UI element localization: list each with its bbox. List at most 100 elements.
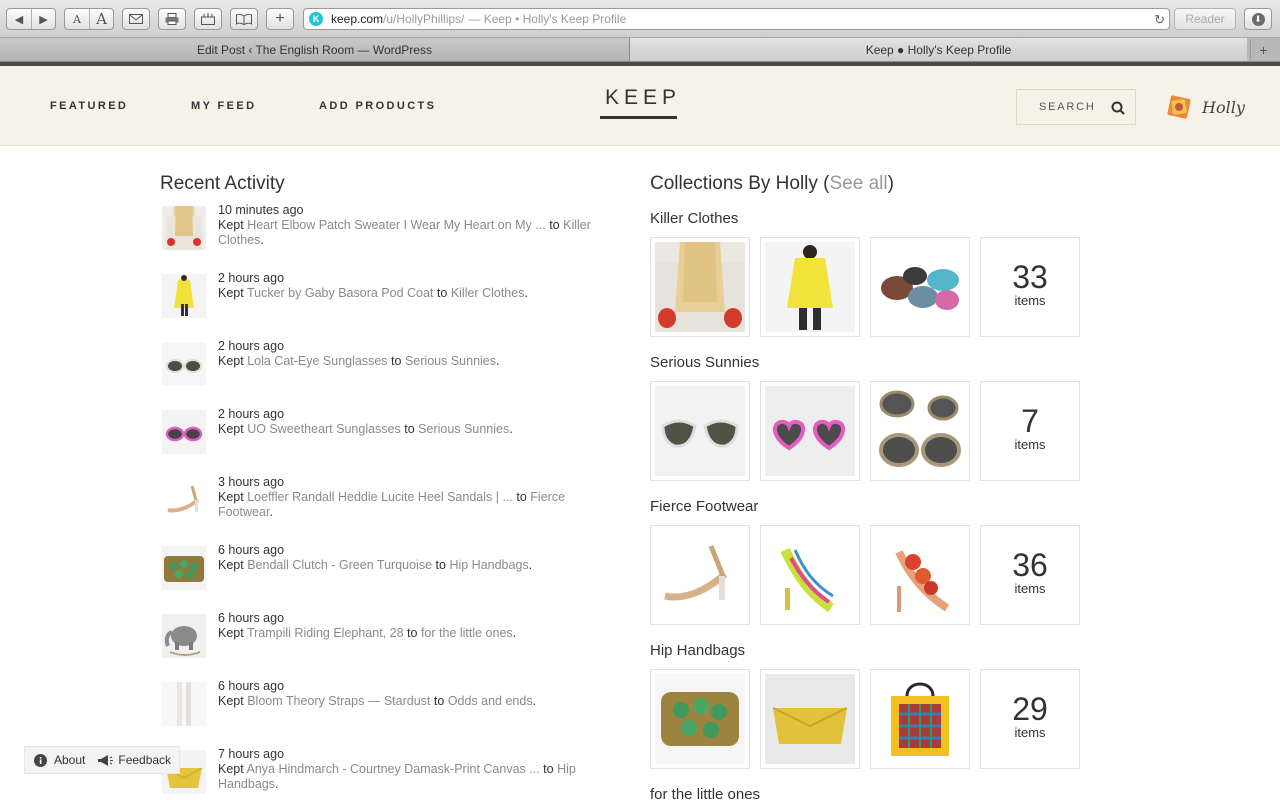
- activity-thumbnail[interactable]: [162, 682, 206, 726]
- collection-count-tile[interactable]: 29 items: [980, 669, 1080, 769]
- product-image: [875, 242, 965, 332]
- activity-thumbnail[interactable]: [162, 614, 206, 658]
- top-sites-icon[interactable]: [194, 8, 222, 30]
- activity-thumbnail[interactable]: [162, 342, 206, 386]
- bookmarks-icon[interactable]: [230, 8, 258, 30]
- collection-item-tile[interactable]: [650, 381, 750, 481]
- username[interactable]: Holly: [1202, 98, 1245, 117]
- activity-product-link[interactable]: Lola Cat-Eye Sunglasses: [247, 354, 387, 368]
- product-image: [875, 530, 965, 620]
- collection-item-tile[interactable]: [650, 669, 750, 769]
- activity-product-link[interactable]: Loeffler Randall Heddie Lucite Heel Sand…: [247, 490, 513, 504]
- downloads-button[interactable]: ⬇: [1244, 8, 1272, 30]
- collection-item-tile[interactable]: [760, 525, 860, 625]
- nav-featured[interactable]: FEATURED: [50, 100, 128, 112]
- url-page-title: — Keep • Holly's Keep Profile: [468, 12, 627, 26]
- collection-count: 33: [1012, 259, 1048, 295]
- collection-item-tile[interactable]: [760, 237, 860, 337]
- activity-product-link[interactable]: Bloom Theory Straps — Stardust: [247, 694, 430, 708]
- mail-icon[interactable]: [122, 8, 150, 30]
- collection-name[interactable]: Killer Clothes: [650, 210, 738, 227]
- activity-product-link[interactable]: UO Sweetheart Sunglasses: [247, 422, 401, 436]
- activity-product-link[interactable]: Bendall Clutch - Green Turquoise: [247, 558, 432, 572]
- collection-name[interactable]: Hip Handbags: [650, 642, 745, 659]
- feedback-label: Feedback: [118, 753, 172, 767]
- collection-item-tile[interactable]: [870, 381, 970, 481]
- collections-title: Collections By Holly (See all): [650, 173, 894, 195]
- activity-collection-link[interactable]: for the little ones: [421, 626, 513, 640]
- collection-item-tile[interactable]: [650, 237, 750, 337]
- see-all-link[interactable]: See all: [830, 173, 888, 194]
- activity-text: 3 hours ago Kept Loeffler Randall Heddie…: [218, 475, 598, 520]
- collection-name[interactable]: Serious Sunnies: [650, 354, 759, 371]
- activity-connector: to: [433, 694, 445, 708]
- activity-product-link[interactable]: Tucker by Gaby Basora Pod Coat: [247, 286, 433, 300]
- activity-thumbnail[interactable]: [162, 546, 206, 590]
- collection-count-tile[interactable]: 36 items: [980, 525, 1080, 625]
- product-image: [655, 242, 745, 332]
- activity-verb: Kept: [218, 286, 244, 300]
- activity-product-link[interactable]: Trampili Riding Elephant, 28: [247, 626, 404, 640]
- activity-time: 2 hours ago: [218, 271, 285, 285]
- nav-add-products[interactable]: ADD PRODUCTS: [319, 100, 436, 112]
- activity-thumbnail[interactable]: [162, 478, 206, 522]
- activity-end: .: [528, 558, 533, 572]
- activity-text: 6 hours ago Kept Bloom Theory Straps — S…: [218, 679, 598, 709]
- nav-my-feed[interactable]: MY FEED: [191, 100, 257, 112]
- collection-item-tile[interactable]: [760, 381, 860, 481]
- activity-connector: to: [549, 218, 560, 232]
- collection-item-tile[interactable]: [650, 525, 750, 625]
- activity-verb: Kept: [218, 490, 244, 504]
- text-smaller-icon[interactable]: A: [65, 9, 89, 29]
- collection-item-tile[interactable]: [870, 237, 970, 337]
- activity-product-link[interactable]: Anya Hindmarch - Courtney Damask-Print C…: [247, 762, 540, 776]
- product-image: [765, 386, 855, 476]
- reader-button[interactable]: Reader: [1174, 8, 1236, 30]
- text-larger-icon[interactable]: A: [89, 9, 113, 29]
- activity-time: 2 hours ago: [218, 339, 285, 353]
- address-bar[interactable]: K keep.com /u/HollyPhillips/ — Keep • Ho…: [303, 8, 1170, 30]
- print-icon[interactable]: [158, 8, 186, 30]
- collection-name[interactable]: Fierce Footwear: [650, 498, 758, 515]
- about-link[interactable]: About: [34, 753, 85, 767]
- reload-icon[interactable]: ↻: [1154, 12, 1165, 28]
- add-bookmark-icon[interactable]: +: [266, 8, 294, 30]
- back-forward-buttons[interactable]: ◀ ▶: [6, 8, 56, 30]
- activity-verb: Kept: [218, 762, 244, 776]
- avatar[interactable]: [1166, 94, 1192, 120]
- text-size-buttons[interactable]: A A: [64, 8, 114, 30]
- keep-logo[interactable]: KEEP: [600, 86, 677, 110]
- collection-name[interactable]: for the little ones: [650, 786, 760, 800]
- activity-time: 6 hours ago: [218, 543, 285, 557]
- back-icon[interactable]: ◀: [7, 9, 31, 29]
- activity-product-link[interactable]: Heart Elbow Patch Sweater I Wear My Hear…: [247, 218, 546, 232]
- new-tab-icon[interactable]: +: [1250, 40, 1276, 59]
- feedback-link[interactable]: Feedback: [97, 753, 171, 767]
- activity-collection-link[interactable]: Killer Clothes: [451, 286, 525, 300]
- collection-count-tile[interactable]: 33 items: [980, 237, 1080, 337]
- collection-item-tile[interactable]: [760, 669, 860, 769]
- tab-bar: Edit Post ‹ The English Room — WordPress…: [0, 38, 1280, 62]
- activity-end: .: [260, 233, 264, 247]
- activity-time: 10 minutes ago: [218, 203, 304, 217]
- tab-wordpress[interactable]: Edit Post ‹ The English Room — WordPress: [0, 38, 630, 61]
- search-button[interactable]: SEARCH: [1016, 89, 1136, 125]
- activity-collection-link[interactable]: Odds and ends: [448, 694, 533, 708]
- activity-collection-link[interactable]: Serious Sunnies: [405, 354, 496, 368]
- activity-thumbnail[interactable]: [162, 206, 206, 250]
- tab-keep-profile[interactable]: Keep ● Holly's Keep Profile: [630, 38, 1247, 61]
- activity-time: 2 hours ago: [218, 407, 285, 421]
- collection-count-tile[interactable]: 7 items: [980, 381, 1080, 481]
- collection-item-tile[interactable]: [870, 669, 970, 769]
- product-image: [655, 674, 745, 764]
- forward-icon[interactable]: ▶: [31, 9, 55, 29]
- about-feedback-widget: About Feedback: [24, 746, 180, 774]
- activity-thumbnail[interactable]: [162, 274, 206, 318]
- url-path: /u/HollyPhillips/: [383, 12, 465, 26]
- activity-thumbnail[interactable]: [162, 410, 206, 454]
- collection-item-tile[interactable]: [870, 525, 970, 625]
- collection-count: 7: [1021, 403, 1039, 439]
- activity-collection-link[interactable]: Serious Sunnies: [418, 422, 509, 436]
- activity-connector: to: [436, 286, 448, 300]
- activity-collection-link[interactable]: Hip Handbags: [449, 558, 528, 572]
